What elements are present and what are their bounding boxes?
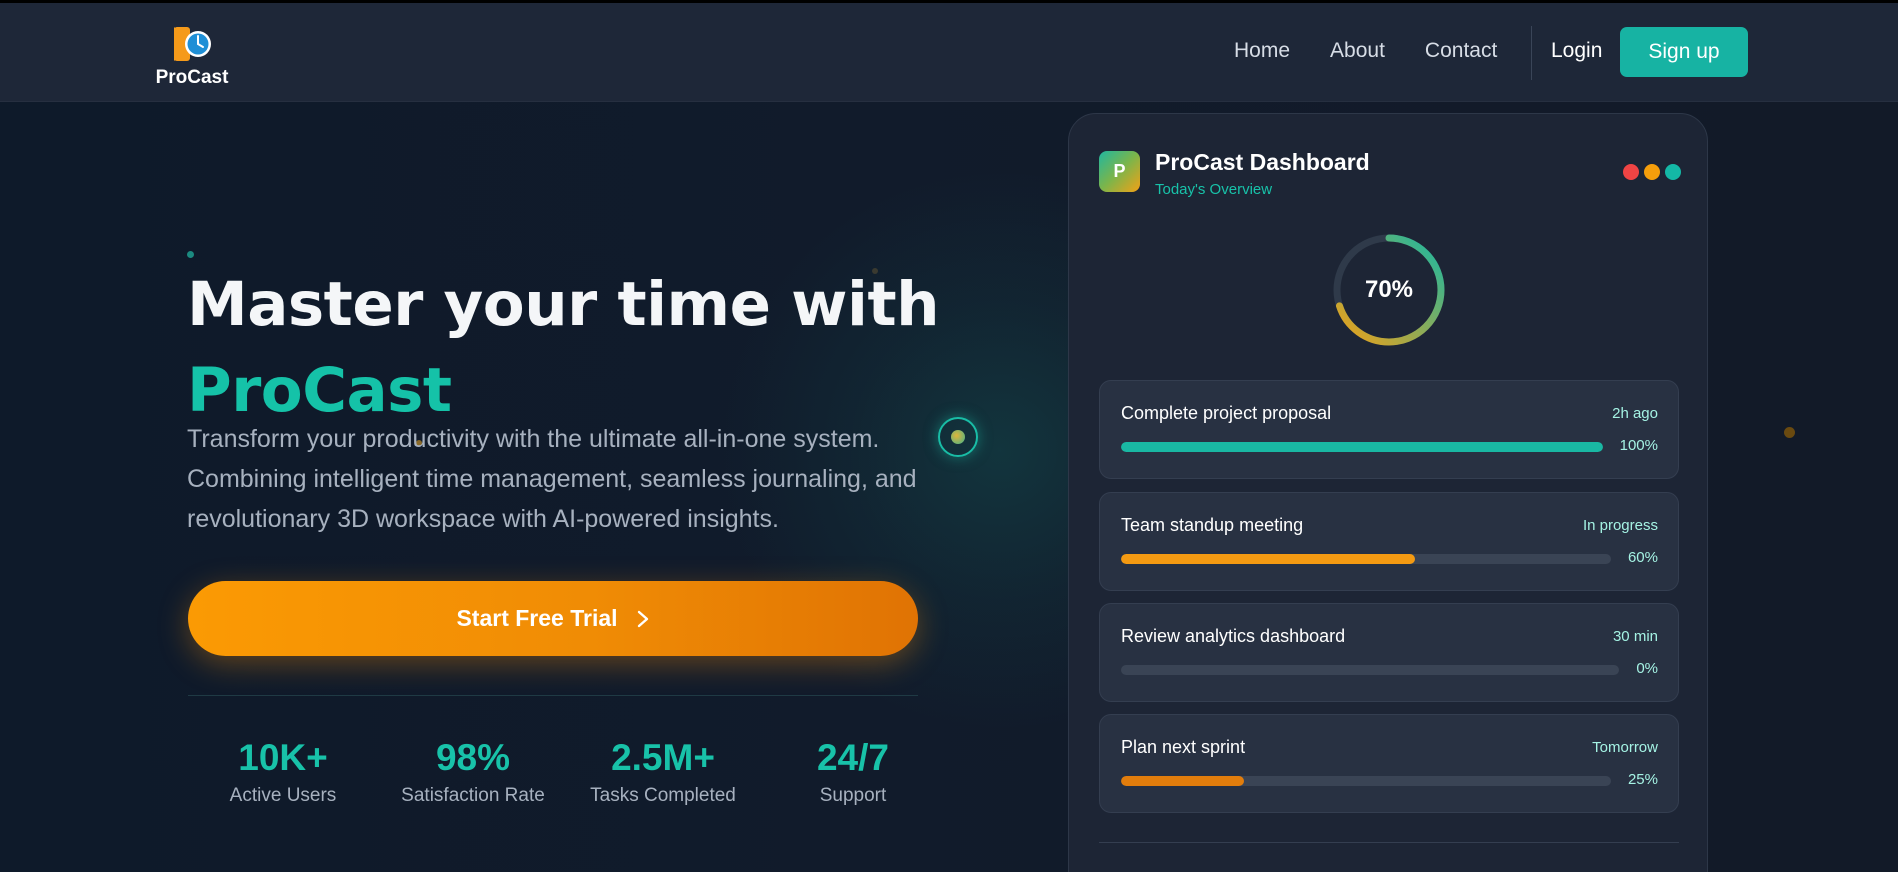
task-percent: 60% [1627, 549, 1658, 566]
stat-value: 98% [435, 737, 511, 778]
task-percent: 25% [1627, 771, 1658, 788]
nav-divider [1531, 26, 1532, 80]
stat-support: 24/7 Support [758, 735, 948, 807]
card-divider [1099, 842, 1679, 843]
dashboard-card: P ProCast Dashboard Today's Overview 70%… [1068, 113, 1708, 872]
stat-active-users: 10K+ Active Users [188, 735, 378, 807]
window-dot-red[interactable] [1623, 164, 1639, 180]
stats-divider [188, 695, 918, 696]
navbar: ProCast Home About Contact Login Sign up [0, 3, 1898, 102]
dashboard-subtitle: Today's Overview [1155, 181, 1273, 198]
stat-label: Support [819, 785, 887, 806]
progress-ring-label: 70% [1364, 276, 1414, 303]
glow-orb [938, 417, 978, 457]
task-progress-track [1121, 554, 1611, 564]
stat-satisfaction: 98% Satisfaction Rate [378, 735, 568, 807]
landing-page: ProCast Home About Contact Login Sign up… [0, 0, 1898, 872]
task-progress-track [1121, 665, 1619, 675]
brand-name: ProCast [155, 67, 229, 88]
task-name: Review analytics dashboard [1121, 626, 1346, 646]
brand-logo[interactable]: ProCast [154, 25, 230, 89]
task-meta: 2h ago [1612, 405, 1658, 422]
task-item[interactable]: Team standup meeting In progress 60% [1099, 492, 1679, 591]
stat-value: 10K+ [238, 737, 328, 778]
task-progress-track [1121, 776, 1611, 786]
dashboard-title: ProCast Dashboard [1155, 149, 1370, 175]
window-dot-green[interactable] [1665, 164, 1681, 180]
stats-row: 10K+ Active Users 98% Satisfaction Rate … [188, 735, 948, 815]
stat-label: Satisfaction Rate [401, 785, 545, 806]
stat-value: 2.5M+ [611, 737, 715, 778]
signup-button[interactable]: Sign up [1620, 27, 1748, 77]
task-name: Team standup meeting [1121, 515, 1304, 535]
dashboard-logo: P [1099, 151, 1140, 192]
particle-dot [1784, 427, 1795, 438]
task-item[interactable]: Plan next sprint Tomorrow 25% [1099, 714, 1679, 813]
hero-title: Master your time with ProCast [187, 262, 947, 434]
task-item[interactable]: Review analytics dashboard 30 min 0% [1099, 603, 1679, 702]
cta-label: Start Free Trial [456, 605, 618, 631]
task-progress-fill [1121, 776, 1244, 786]
stat-label: Tasks Completed [590, 785, 736, 806]
task-name: Complete project proposal [1121, 403, 1332, 423]
nav-links: Home About Contact [1234, 39, 1497, 63]
start-free-trial-button[interactable]: Start Free Trial [188, 581, 918, 656]
nav-link-contact[interactable]: Contact [1425, 39, 1497, 63]
task-meta: 30 min [1612, 628, 1658, 645]
task-name: Plan next sprint [1121, 737, 1246, 757]
hero-subtitle: Transform your productivity with the ult… [187, 425, 917, 533]
task-percent: 100% [1619, 437, 1658, 454]
particle-dot [187, 251, 194, 258]
task-percent: 0% [1636, 660, 1658, 677]
task-meta: Tomorrow [1592, 739, 1658, 756]
clock-play-icon [174, 27, 211, 61]
task-progress-track [1121, 442, 1603, 452]
stat-value: 24/7 [816, 737, 889, 778]
task-item[interactable]: Complete project proposal 2h ago 100% [1099, 380, 1679, 479]
nav-link-home[interactable]: Home [1234, 39, 1290, 63]
login-link[interactable]: Login [1551, 39, 1602, 63]
nav-link-about[interactable]: About [1330, 39, 1385, 63]
hero-title-line: Master your time with [187, 269, 940, 340]
stat-tasks-completed: 2.5M+ Tasks Completed [568, 735, 758, 807]
window-controls [1623, 164, 1681, 180]
task-progress-fill [1121, 442, 1603, 452]
window-dot-yellow[interactable] [1644, 164, 1660, 180]
chevron-right-icon [637, 610, 648, 627]
task-progress-fill [1121, 554, 1415, 564]
task-meta: In progress [1582, 517, 1658, 534]
stat-label: Active Users [229, 785, 337, 806]
